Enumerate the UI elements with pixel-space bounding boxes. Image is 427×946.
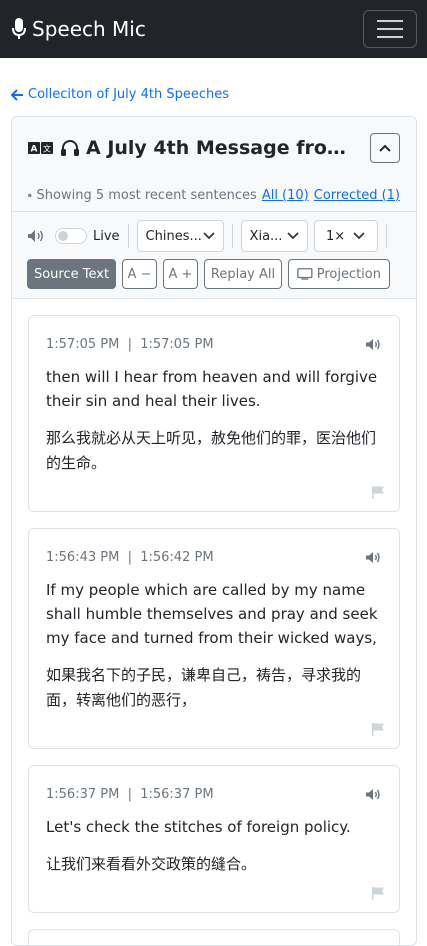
source-text-button[interactable]: Source Text	[27, 259, 116, 289]
time-separator: |	[128, 787, 132, 802]
translated-sentence: 那么我就必从天上听见，赦免他们的罪，医治他们的生命。	[46, 426, 382, 476]
time-separator: |	[128, 337, 132, 352]
end-time: 1:56:42 PM	[140, 550, 213, 565]
language-select-value: Chines...	[146, 229, 202, 244]
replay-all-button[interactable]: Replay All	[204, 259, 282, 289]
flag-icon[interactable]	[371, 886, 385, 900]
flag-icon[interactable]	[371, 485, 385, 499]
timestamp: 1:57:05 PM | 1:57:05 PM	[46, 337, 214, 352]
speed-select[interactable]: 1×	[314, 220, 378, 252]
showing-text: Showing 5 most recent sentences	[37, 188, 257, 203]
corrected-sentences-link[interactable]: Corrected (1)	[314, 188, 400, 203]
play-audio-icon[interactable]	[365, 551, 382, 564]
svg-text:文: 文	[43, 144, 51, 154]
menu-toggle-button[interactable]	[363, 10, 417, 48]
session-card: A 文 A July 4th Message from Bil...	[11, 116, 417, 946]
translated-sentence: 如果我名下的子民，谦卑自己，祷告，寻求我的面，转离他们的恶行，	[46, 663, 382, 713]
chevron-up-icon	[378, 143, 392, 153]
sentence-card: 1:57:05 PM | 1:57:05 PM then will I hear…	[28, 315, 400, 512]
navbar: Speech Mic	[0, 0, 427, 58]
all-sentences-link[interactable]: All (10)	[262, 188, 309, 203]
font-increase-button[interactable]: A +	[163, 259, 198, 289]
speaker-icon	[27, 229, 45, 243]
source-sentence: If my people which are called by my name…	[46, 578, 382, 650]
translate-icon: A 文	[28, 141, 54, 155]
back-link-label: Colleciton of July 4th Speeches	[28, 87, 229, 102]
sentence-card: 1:56:37 PM | 1:56:37 PM Let's check the …	[28, 765, 400, 913]
display-icon	[297, 267, 313, 281]
voice-select[interactable]: Xia...	[241, 220, 308, 252]
svg-text:A: A	[31, 145, 38, 155]
timestamp: 1:56:43 PM | 1:56:42 PM	[46, 550, 214, 565]
live-label: Live	[93, 229, 120, 244]
voice-select-value: Xia...	[250, 229, 283, 244]
live-toggle[interactable]	[55, 228, 87, 244]
controls-panel: Live Chines... Xia... 1× Source Text A −…	[12, 212, 416, 299]
arrow-left-icon	[11, 89, 24, 101]
chevron-down-icon	[287, 232, 299, 240]
source-sentence: then will I hear from heaven and will fo…	[46, 365, 382, 413]
end-time: 1:56:37 PM	[140, 787, 213, 802]
end-time: 1:57:05 PM	[140, 337, 213, 352]
play-audio-icon[interactable]	[365, 338, 382, 351]
translated-sentence: 让我们来看看外交政策的缝合。	[46, 852, 382, 877]
divider	[128, 224, 129, 248]
sentence-card: 1:56:43 PM | 1:56:42 PM If my people whi…	[28, 528, 400, 749]
start-time: 1:57:05 PM	[46, 337, 119, 352]
collapse-button[interactable]	[370, 133, 400, 163]
projection-button[interactable]: Projection	[288, 259, 390, 289]
microphone-icon	[12, 18, 26, 40]
back-link[interactable]: Colleciton of July 4th Speeches	[11, 87, 229, 102]
brand[interactable]: Speech Mic	[12, 17, 146, 41]
time-separator: |	[128, 550, 132, 565]
sentence-card	[28, 929, 400, 946]
brand-name: Speech Mic	[32, 17, 146, 41]
timestamp: 1:56:37 PM | 1:56:37 PM	[46, 787, 214, 802]
divider	[232, 224, 233, 248]
hamburger-icon	[377, 20, 403, 22]
start-time: 1:56:37 PM	[46, 787, 119, 802]
divider	[386, 224, 387, 248]
info-icon	[28, 189, 32, 202]
language-select[interactable]: Chines...	[137, 220, 224, 252]
sentence-list: 1:57:05 PM | 1:57:05 PM then will I hear…	[12, 299, 416, 946]
session-title: A July 4th Message from Bil...	[86, 137, 362, 159]
speed-select-value: 1×	[326, 229, 345, 244]
play-audio-icon[interactable]	[365, 788, 382, 801]
headphones-icon	[60, 139, 80, 157]
chevron-down-icon	[353, 232, 365, 240]
sentence-filter-info: Showing 5 most recent sentences All (10)…	[12, 179, 416, 212]
font-decrease-button[interactable]: A −	[122, 259, 157, 289]
projection-label: Projection	[317, 267, 381, 282]
session-card-header: A 文 A July 4th Message from Bil...	[12, 117, 416, 212]
source-sentence: Let's check the stitches of foreign poli…	[46, 815, 382, 839]
chevron-down-icon	[203, 232, 215, 240]
flag-icon[interactable]	[371, 722, 385, 736]
start-time: 1:56:43 PM	[46, 550, 119, 565]
